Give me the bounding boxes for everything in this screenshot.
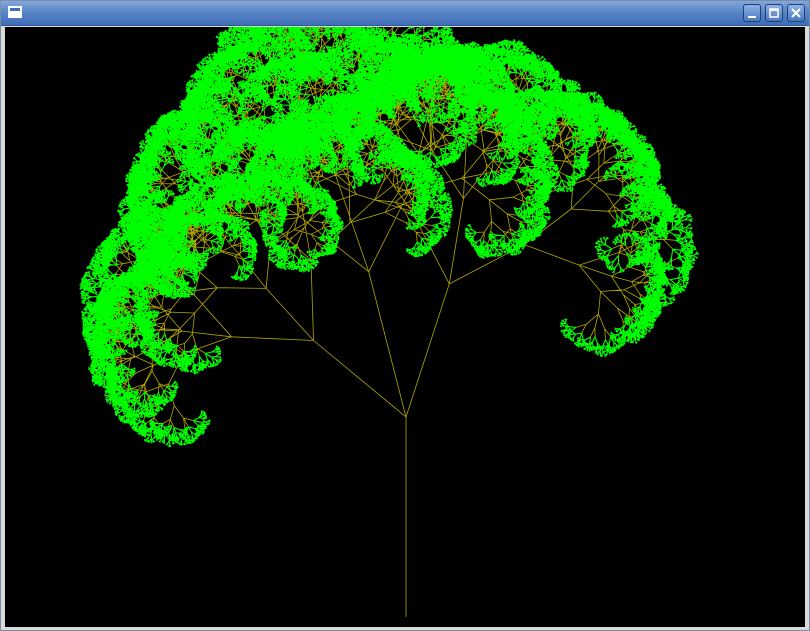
title-bar[interactable] — [1, 1, 809, 26]
close-icon — [790, 7, 802, 19]
minimize-icon — [746, 7, 758, 19]
close-button[interactable] — [787, 4, 805, 22]
tree-leaves — [80, 27, 699, 447]
window-icon[interactable] — [8, 6, 22, 18]
drawing-canvas[interactable] — [5, 27, 805, 627]
maximize-button[interactable] — [765, 4, 783, 22]
minimize-button[interactable] — [743, 4, 761, 22]
app-window — [0, 0, 810, 631]
maximize-icon — [768, 7, 780, 19]
leaf-lines — [80, 27, 699, 447]
fractal-tree — [5, 27, 805, 627]
